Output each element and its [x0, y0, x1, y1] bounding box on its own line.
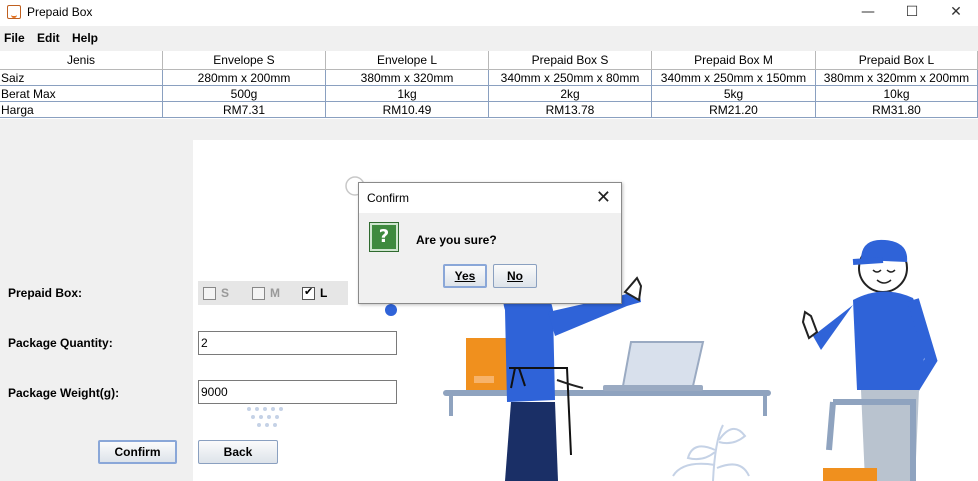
prepaid-box-label: Prepaid Box:	[8, 286, 83, 300]
column-header-prepaid-box-s[interactable]: Prepaid Box S	[489, 51, 652, 70]
person-left	[503, 276, 643, 481]
table-row[interactable]: Berat Max 500g 1kg 2kg 5kg 10kg	[0, 86, 978, 102]
maximize-button[interactable]: ☐	[890, 0, 934, 26]
table-cell[interactable]: RM13.78	[489, 102, 652, 118]
table-cell[interactable]: RM7.31	[163, 102, 326, 118]
menu-bar: File Edit Help	[0, 26, 978, 50]
table-cell[interactable]: 380mm x 320mm	[326, 70, 489, 86]
price-table: Jenis Envelope S Envelope L Prepaid Box …	[0, 51, 978, 119]
column-header-jenis[interactable]: Jenis	[0, 51, 163, 70]
prepaid-box-size-group: S M L	[198, 281, 348, 305]
menu-file[interactable]: File	[4, 31, 25, 45]
laptop	[621, 341, 705, 387]
column-header-prepaid-box-m[interactable]: Prepaid Box M	[652, 51, 816, 70]
dialog-title-bar: Confirm ✕	[359, 183, 621, 213]
column-header-envelope-l[interactable]: Envelope L	[326, 51, 489, 70]
table-cell[interactable]: 10kg	[816, 86, 978, 102]
close-button[interactable]: ✕	[934, 0, 978, 26]
table-cell[interactable]: 1kg	[326, 86, 489, 102]
java-app-icon	[7, 5, 21, 19]
blue-dot	[385, 304, 397, 316]
table-cell[interactable]: RM31.80	[816, 102, 978, 118]
dialog-message: Are you sure?	[416, 233, 497, 247]
checkbox-label[interactable]: L	[320, 286, 327, 300]
checkbox-size-s[interactable]: S	[203, 286, 229, 300]
table-cell[interactable]: 2kg	[489, 86, 652, 102]
package-quantity-label: Package Quantity:	[8, 336, 113, 350]
plant-decoration	[672, 424, 750, 481]
person-right	[801, 239, 938, 481]
table-cell[interactable]: 340mm x 250mm x 150mm	[652, 70, 816, 86]
table-row[interactable]: Saiz 280mm x 200mm 380mm x 320mm 340mm x…	[0, 70, 978, 86]
back-button[interactable]: Back	[198, 440, 278, 464]
table-cell[interactable]: 380mm x 320mm x 200mm	[816, 70, 978, 86]
yes-button[interactable]: Yes	[443, 264, 487, 288]
checkbox-box-checked[interactable]	[302, 285, 315, 300]
title-bar: Prepaid Box — ☐ ✕	[0, 0, 978, 26]
package-weight-label: Package Weight(g):	[8, 386, 120, 400]
dialog-close-icon[interactable]: ✕	[596, 187, 611, 208]
window-title: Prepaid Box	[27, 5, 93, 19]
checkbox-size-l[interactable]: L	[302, 285, 327, 300]
confirm-button[interactable]: Confirm	[98, 440, 177, 464]
package-weight-input[interactable]: 9000	[198, 380, 397, 404]
table-cell[interactable]: 5kg	[652, 86, 816, 102]
checkbox-size-m[interactable]: M	[252, 286, 280, 300]
table-cell[interactable]: 280mm x 200mm	[163, 70, 326, 86]
table-cell[interactable]: Berat Max	[0, 86, 163, 102]
table-cell[interactable]: Saiz	[0, 70, 163, 86]
column-header-prepaid-box-l[interactable]: Prepaid Box L	[816, 51, 978, 70]
table-cell[interactable]: 340mm x 250mm x 80mm	[489, 70, 652, 86]
menu-help[interactable]: Help	[72, 31, 98, 45]
table-cell[interactable]: 500g	[163, 86, 326, 102]
checkbox-label[interactable]: M	[270, 286, 280, 300]
table-cell[interactable]: RM10.49	[326, 102, 489, 118]
table-cell[interactable]: Harga	[0, 102, 163, 118]
checkbox-box[interactable]	[203, 286, 216, 300]
minimize-button[interactable]: —	[846, 0, 890, 26]
question-icon: ?	[369, 222, 399, 252]
confirm-dialog: Confirm ✕ ? Are you sure? Yes No	[358, 182, 622, 304]
no-button[interactable]: No	[493, 264, 537, 288]
table-cell[interactable]: RM21.20	[652, 102, 816, 118]
checkbox-label[interactable]: S	[221, 286, 229, 300]
dialog-title: Confirm	[367, 191, 410, 205]
menu-edit[interactable]: Edit	[37, 31, 60, 45]
table-row[interactable]: Harga RM7.31 RM10.49 RM13.78 RM21.20 RM3…	[0, 102, 978, 118]
separator-band	[0, 119, 978, 140]
package-quantity-input[interactable]: 2	[198, 331, 397, 355]
checkbox-box[interactable]	[252, 286, 265, 300]
column-header-envelope-s[interactable]: Envelope S	[163, 51, 326, 70]
